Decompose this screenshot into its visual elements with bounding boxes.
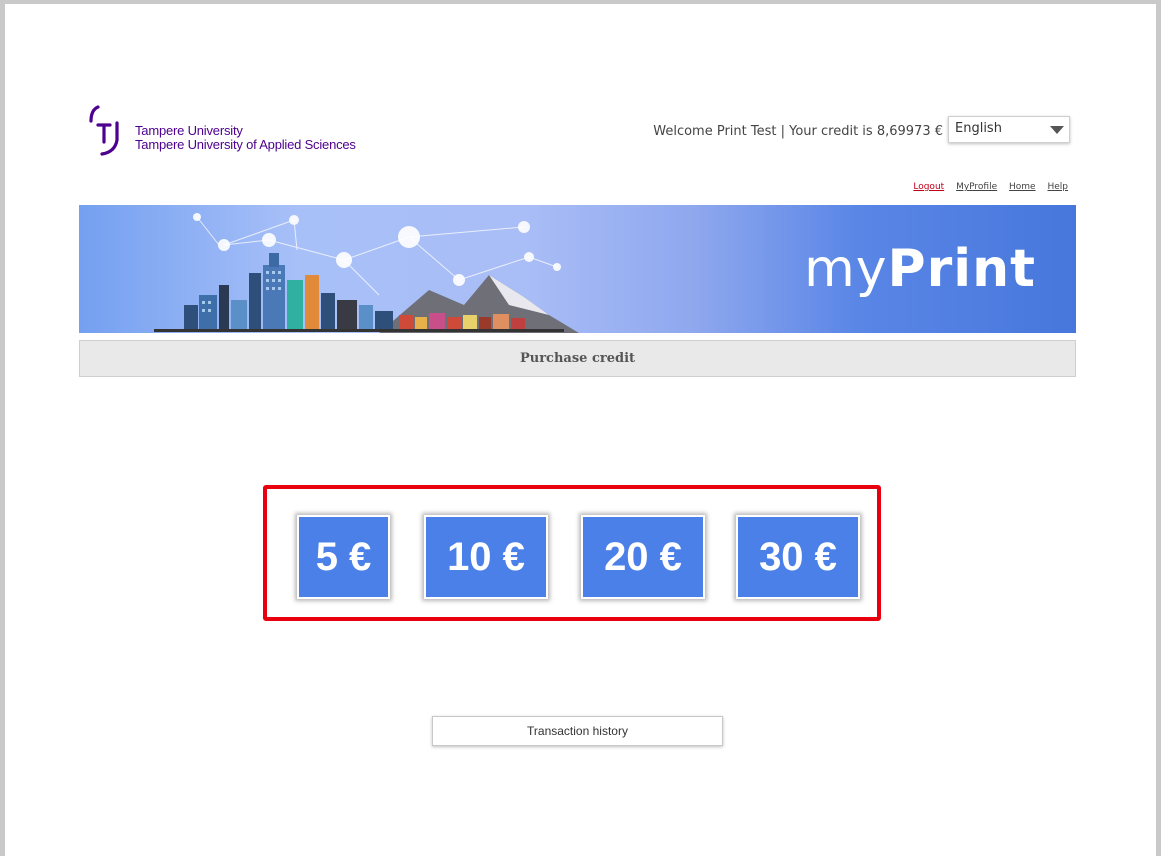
- amount-button-20[interactable]: 20 €: [581, 515, 705, 599]
- language-selected-value: English: [955, 121, 1002, 136]
- help-link[interactable]: Help: [1047, 182, 1068, 192]
- welcome-credit-text: Welcome Print Test | Your credit is 8,69…: [653, 124, 943, 139]
- amount-button-10[interactable]: 10 €: [424, 515, 548, 599]
- myprint-brand-title: myPrint: [804, 239, 1036, 299]
- chevron-down-icon: [1050, 126, 1064, 134]
- transaction-history-button[interactable]: Transaction history: [432, 716, 723, 746]
- amount-button-5[interactable]: 5 €: [297, 515, 390, 599]
- myprofile-link[interactable]: MyProfile: [956, 182, 997, 192]
- tampere-logo-icon: [89, 105, 119, 156]
- home-link[interactable]: Home: [1009, 182, 1036, 192]
- brand-bold-part: Print: [887, 239, 1036, 299]
- language-select[interactable]: English: [948, 116, 1070, 143]
- logo-line-1: Tampere University: [135, 123, 243, 138]
- section-title: Purchase credit: [79, 340, 1076, 377]
- amount-button-30[interactable]: 30 €: [736, 515, 860, 599]
- brand-light-part: my: [804, 239, 888, 299]
- top-nav-links: Logout MyProfile Home Help: [904, 182, 1068, 192]
- myprint-banner: myPrint: [79, 205, 1076, 333]
- logo-line-2: Tampere University of Applied Sciences: [135, 137, 356, 152]
- city-network-illustration: [154, 213, 579, 333]
- university-logo[interactable]: Tampere University Tampere University of…: [88, 104, 408, 156]
- logout-link[interactable]: Logout: [913, 182, 944, 192]
